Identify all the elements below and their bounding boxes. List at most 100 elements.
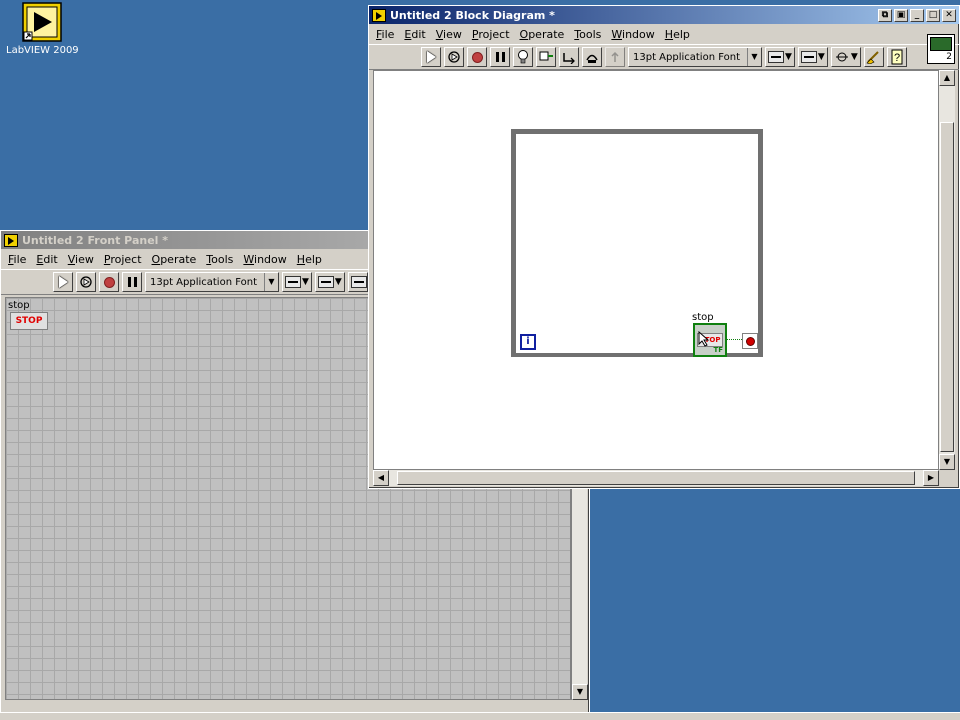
- chevron-down-icon: ▼: [817, 52, 825, 62]
- minimize-icon[interactable]: _: [910, 8, 924, 22]
- menu-file[interactable]: File: [371, 28, 399, 41]
- labview-window-icon: [372, 8, 386, 22]
- window-title: Untitled 2 Front Panel *: [22, 233, 169, 247]
- run-continuously-button[interactable]: [444, 47, 464, 67]
- align-objects-button[interactable]: ▼: [282, 272, 312, 292]
- menu-edit[interactable]: Edit: [31, 253, 62, 266]
- highlight-execution-button[interactable]: [513, 47, 533, 67]
- chevron-down-icon: ▼: [747, 48, 761, 66]
- chevron-down-icon: ▼: [850, 52, 858, 62]
- clean-up-diagram-button[interactable]: [863, 47, 884, 67]
- vi-icon-connector-pane[interactable]: 2: [927, 34, 955, 64]
- stop-terminal-label: stop: [692, 312, 714, 323]
- labview-window-icon: [4, 233, 18, 247]
- abort-icon: [471, 51, 483, 63]
- vi-icon: [930, 37, 952, 51]
- block-diagram-vertical-scrollbar[interactable]: ▲ ▼: [939, 70, 955, 470]
- menu-edit[interactable]: Edit: [399, 28, 430, 41]
- menu-operate[interactable]: Operate: [515, 28, 570, 41]
- stop-control-label: stop: [8, 300, 30, 311]
- run-arrow-icon: [58, 276, 68, 288]
- font-selector[interactable]: 13pt Application Font ▼: [628, 47, 762, 67]
- block-diagram-window[interactable]: Untitled 2 Block Diagram * ⧉ ▣ _ □ ✕ Fil…: [368, 5, 960, 489]
- block-diagram-canvas[interactable]: i stop STOP TF: [373, 70, 939, 470]
- abort-icon: [103, 276, 115, 288]
- loop-condition-terminal[interactable]: [742, 333, 758, 349]
- mdi-copy-icon[interactable]: ▣: [894, 8, 908, 22]
- boolean-type-label: TF: [713, 346, 723, 354]
- step-out-button[interactable]: [605, 47, 625, 67]
- resize-objects-button[interactable]: [347, 272, 368, 292]
- retain-wire-values-icon: [539, 51, 553, 61]
- lightbulb-icon: [518, 50, 528, 64]
- font-selector[interactable]: 13pt Application Font ▼: [145, 272, 279, 292]
- chevron-down-icon: ▼: [785, 52, 792, 62]
- boolean-wire[interactable]: [727, 339, 742, 340]
- chevron-down-icon: ▼: [302, 277, 309, 287]
- menu-window[interactable]: Window: [606, 28, 659, 41]
- menu-project[interactable]: Project: [467, 28, 515, 41]
- step-out-icon: [611, 51, 619, 62]
- scroll-up-arrow-icon[interactable]: ▲: [939, 70, 955, 86]
- stop-button-control[interactable]: STOP: [10, 312, 48, 330]
- menu-operate[interactable]: Operate: [147, 253, 202, 266]
- menu-project[interactable]: Project: [99, 253, 147, 266]
- scroll-down-arrow-icon[interactable]: ▼: [572, 684, 588, 700]
- menu-help[interactable]: Help: [660, 28, 695, 41]
- abort-button[interactable]: [99, 272, 119, 292]
- svg-text:?: ?: [894, 52, 900, 64]
- step-into-button[interactable]: [559, 47, 579, 67]
- retain-wire-values-button[interactable]: [536, 47, 556, 67]
- pause-button[interactable]: [122, 272, 142, 292]
- menu-window[interactable]: Window: [238, 253, 291, 266]
- scroll-down-arrow-icon[interactable]: ▼: [939, 454, 955, 470]
- scroll-left-arrow-icon[interactable]: ◀: [373, 470, 389, 486]
- distribute-objects-button[interactable]: ▼: [797, 47, 828, 67]
- step-over-button[interactable]: [582, 47, 602, 67]
- vertical-scroll-thumb[interactable]: [940, 122, 954, 452]
- iteration-terminal[interactable]: i: [520, 334, 536, 350]
- context-help-button[interactable]: ?: [886, 47, 907, 67]
- menu-view[interactable]: View: [431, 28, 467, 41]
- menu-view[interactable]: View: [63, 253, 99, 266]
- align-icon: [285, 276, 301, 288]
- chevron-down-icon: ▼: [264, 273, 278, 291]
- horizontal-scroll-thumb[interactable]: [397, 471, 915, 485]
- run-continuously-icon: [80, 276, 92, 288]
- block-diagram-horizontal-scrollbar[interactable]: ◀ ▶: [373, 470, 939, 486]
- mdi-restore-icon[interactable]: ⧉: [878, 8, 892, 22]
- menu-tools[interactable]: Tools: [569, 28, 606, 41]
- menu-tools[interactable]: Tools: [201, 253, 238, 266]
- distribute-icon: [800, 51, 817, 63]
- connector-pane-number: 2: [946, 52, 952, 62]
- help-icon: ?: [891, 49, 903, 65]
- pause-button[interactable]: [490, 47, 510, 67]
- align-objects-button[interactable]: ▼: [765, 47, 795, 67]
- window-title: Untitled 2 Block Diagram *: [390, 8, 555, 22]
- pause-icon: [495, 52, 505, 62]
- scroll-right-arrow-icon[interactable]: ▶: [923, 470, 939, 486]
- close-icon[interactable]: ✕: [942, 8, 956, 22]
- font-selector-value: 13pt Application Font: [150, 276, 257, 288]
- maximize-icon[interactable]: □: [926, 8, 940, 22]
- align-icon: [768, 51, 784, 63]
- menu-file[interactable]: File: [3, 253, 31, 266]
- labview-app-icon: [22, 2, 62, 42]
- menu-help[interactable]: Help: [292, 253, 327, 266]
- abort-button[interactable]: [467, 47, 487, 67]
- run-button[interactable]: [421, 47, 441, 67]
- run-button[interactable]: [53, 272, 73, 292]
- chevron-down-icon: ▼: [334, 277, 342, 287]
- labview-desktop-shortcut[interactable]: LabVIEW 2009: [6, 2, 79, 56]
- mouse-cursor-icon: [698, 331, 710, 347]
- distribute-objects-button[interactable]: ▼: [314, 272, 345, 292]
- block-diagram-toolbar: 13pt Application Font ▼ ▼ ▼ ▼ ?: [369, 44, 959, 70]
- block-diagram-menubar: File Edit View Project Operate Tools Win…: [369, 24, 959, 44]
- stop-button-text: STOP: [15, 316, 43, 326]
- run-continuously-button[interactable]: [76, 272, 96, 292]
- reorder-button[interactable]: ▼: [830, 47, 861, 67]
- pause-icon: [127, 277, 137, 287]
- block-diagram-titlebar[interactable]: Untitled 2 Block Diagram * ⧉ ▣ _ □ ✕: [369, 6, 959, 24]
- font-selector-value: 13pt Application Font: [633, 51, 740, 63]
- while-loop-structure[interactable]: i stop STOP TF: [511, 129, 763, 357]
